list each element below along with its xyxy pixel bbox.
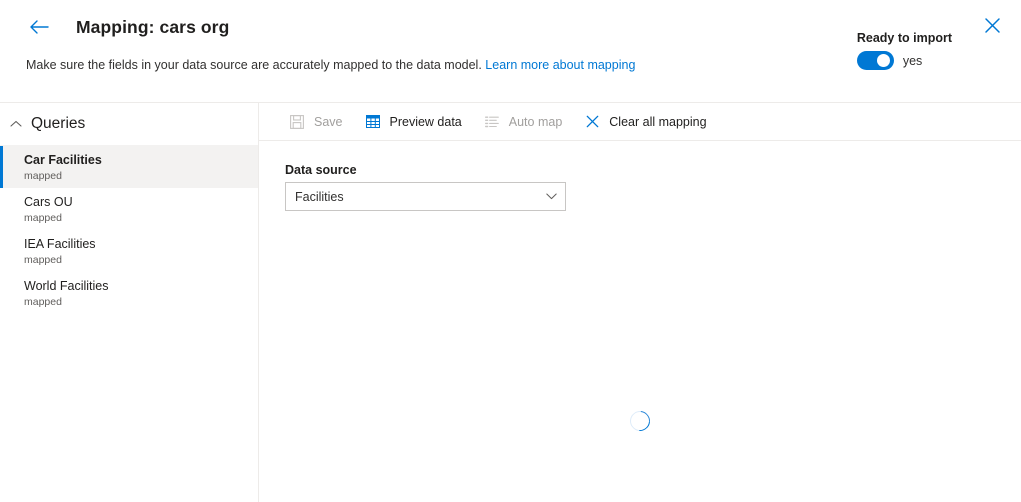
clear-all-mapping-button[interactable]: Clear all mapping	[584, 106, 707, 138]
save-icon	[289, 114, 305, 130]
queries-section-title: Queries	[31, 115, 86, 132]
sidebar-item-world-facilities[interactable]: World Facilities mapped	[0, 272, 258, 314]
mapping-toolbar: Save Preview data Auto map Clear all map…	[259, 103, 1021, 141]
data-source-value: Facilities	[295, 189, 344, 204]
sidebar-item-car-facilities[interactable]: Car Facilities mapped	[0, 146, 258, 188]
query-name: World Facilities	[24, 279, 109, 293]
ready-to-import-toggle-row: yes	[856, 51, 952, 70]
list-icon	[484, 114, 500, 130]
loading-indicator	[259, 406, 1021, 436]
queries-sidebar: Queries Car Facilities mapped Cars OU ma…	[0, 103, 259, 502]
chevron-down-icon	[545, 191, 557, 203]
ready-to-import-block: Ready to import yes	[856, 31, 952, 70]
data-source-dropdown[interactable]: Facilities	[285, 182, 566, 211]
header-title-row: Mapping: cars org	[26, 14, 229, 40]
preview-data-button[interactable]: Preview data	[365, 106, 462, 138]
query-status: mapped	[24, 212, 62, 224]
header-description: Make sure the fields in your data source…	[26, 58, 635, 72]
queries-section-header[interactable]: Queries	[0, 103, 258, 146]
query-status: mapped	[24, 254, 62, 266]
header-description-text: Make sure the fields in your data source…	[26, 58, 482, 72]
save-button[interactable]: Save	[289, 106, 343, 138]
toggle-state-label: yes	[902, 53, 923, 68]
query-status: mapped	[24, 170, 62, 182]
query-name: Car Facilities	[24, 153, 102, 167]
data-source-label: Data source	[285, 163, 357, 177]
query-name: Cars OU	[24, 195, 73, 209]
preview-data-label: Preview data	[389, 114, 462, 129]
table-grid-icon	[365, 114, 381, 130]
ready-to-import-label: Ready to import	[856, 31, 952, 45]
save-label: Save	[314, 114, 343, 129]
auto-map-button[interactable]: Auto map	[484, 106, 563, 138]
sidebar-item-cars-ou[interactable]: Cars OU mapped	[0, 188, 258, 230]
main-content: Data source Facilities	[259, 141, 1021, 211]
spinner-icon	[625, 406, 655, 436]
page-header: Mapping: cars org Make sure the fields i…	[0, 0, 1021, 102]
clear-all-mapping-label: Clear all mapping	[609, 114, 707, 129]
sidebar-item-iea-facilities[interactable]: IEA Facilities mapped	[0, 230, 258, 272]
arrow-left-icon[interactable]	[26, 14, 52, 40]
learn-more-link[interactable]: Learn more about mapping	[485, 58, 635, 72]
main-panel: Save Preview data Auto map Clear all map…	[259, 103, 1021, 502]
query-status: mapped	[24, 296, 62, 308]
chevron-up-icon	[8, 116, 24, 132]
toggle-knob	[876, 54, 890, 67]
close-x-icon	[584, 114, 600, 130]
ready-to-import-toggle[interactable]	[856, 51, 894, 70]
query-name: IEA Facilities	[24, 237, 96, 251]
close-icon[interactable]	[980, 13, 1004, 37]
body-split: Queries Car Facilities mapped Cars OU ma…	[0, 102, 1021, 502]
page-title: Mapping: cars org	[76, 16, 230, 37]
auto-map-label: Auto map	[508, 114, 563, 129]
